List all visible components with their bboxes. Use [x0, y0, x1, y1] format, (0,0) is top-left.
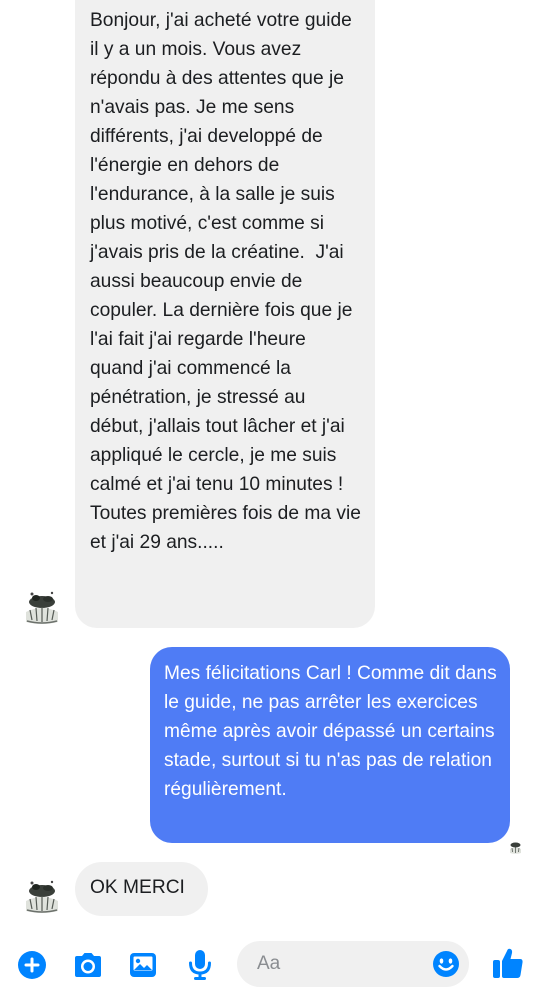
like-button[interactable]: [490, 945, 526, 981]
seen-avatar-icon: [508, 840, 523, 855]
add-button[interactable]: [15, 948, 49, 982]
add-icon: [18, 951, 46, 979]
incoming-message-bubble[interactable]: OK MERCI: [75, 862, 208, 916]
message-input[interactable]: Aa: [237, 941, 469, 987]
incoming-message-bubble[interactable]: Bonjour, j'ai acheté votre guide il y a …: [75, 0, 375, 628]
gallery-icon: [130, 953, 156, 977]
message-input-placeholder: Aa: [257, 953, 281, 974]
contact-avatar[interactable]: [22, 877, 62, 917]
camera-icon: [75, 953, 101, 977]
thumbs-up-icon: [493, 948, 523, 978]
camera-button[interactable]: [71, 948, 105, 982]
emoji-icon[interactable]: [432, 950, 460, 978]
message-composer: Aa: [0, 932, 540, 999]
gallery-button[interactable]: [126, 948, 160, 982]
contact-avatar[interactable]: [22, 588, 62, 628]
messenger-conversation: Bonjour, j'ai acheté votre guide il y a …: [0, 0, 540, 999]
voice-record-button[interactable]: [183, 948, 217, 982]
outgoing-message-bubble[interactable]: Mes félicitations Carl ! Comme dit dans …: [150, 647, 510, 843]
microphone-icon: [189, 950, 211, 980]
